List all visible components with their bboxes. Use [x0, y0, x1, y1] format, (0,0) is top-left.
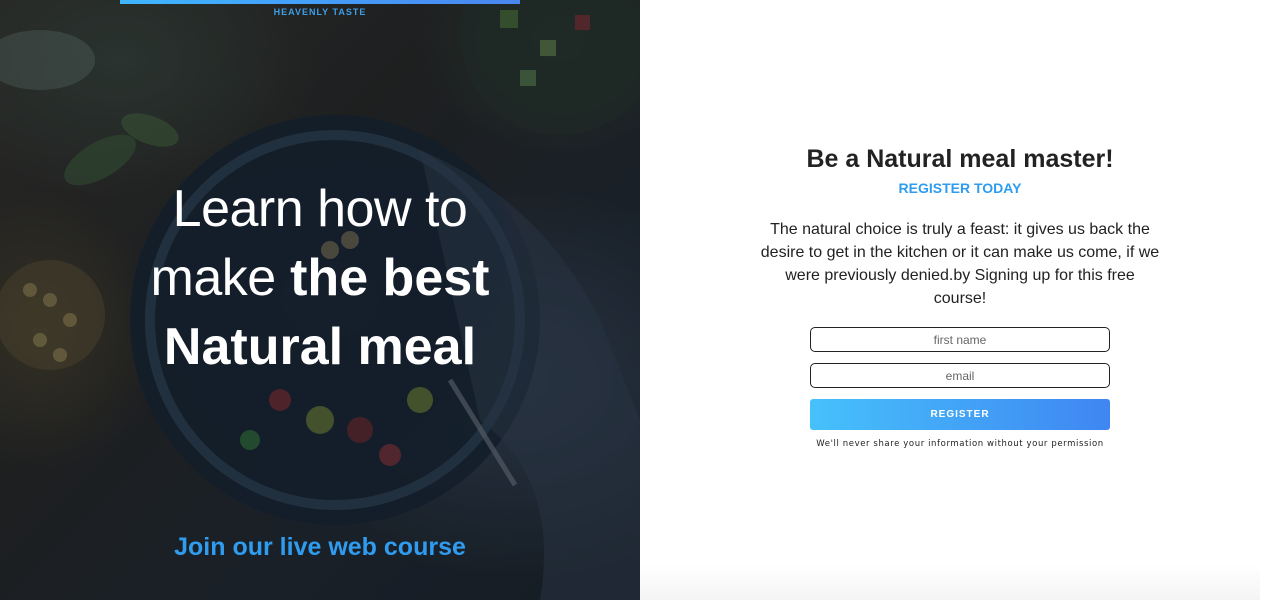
- form-title: Be a Natural meal master!: [806, 145, 1114, 173]
- headline-line-2: make the best: [0, 244, 640, 313]
- top-accent-bar: [120, 0, 520, 4]
- panel-shadow: [640, 565, 1260, 600]
- register-button[interactable]: REGISTER: [810, 399, 1110, 430]
- first-name-input[interactable]: [810, 327, 1110, 352]
- headline-line-1: Learn how to: [172, 180, 468, 238]
- headline-line-2-light: make: [150, 249, 277, 307]
- form-subtitle: REGISTER TODAY: [898, 180, 1022, 196]
- form-description: The natural choice is truly a feast: it …: [760, 221, 1160, 307]
- email-input[interactable]: [810, 363, 1110, 388]
- headline-line-3: Natural meal: [163, 318, 477, 376]
- headline-line-2-bold: the best: [290, 249, 490, 307]
- brand-name: HEAVENLY TASTE: [273, 7, 367, 17]
- hero-headline: Learn how to make the best Natural meal: [0, 175, 640, 382]
- hero-cta-text: Join our live web course: [174, 533, 466, 561]
- privacy-note: We'll never share your information witho…: [816, 439, 1104, 449]
